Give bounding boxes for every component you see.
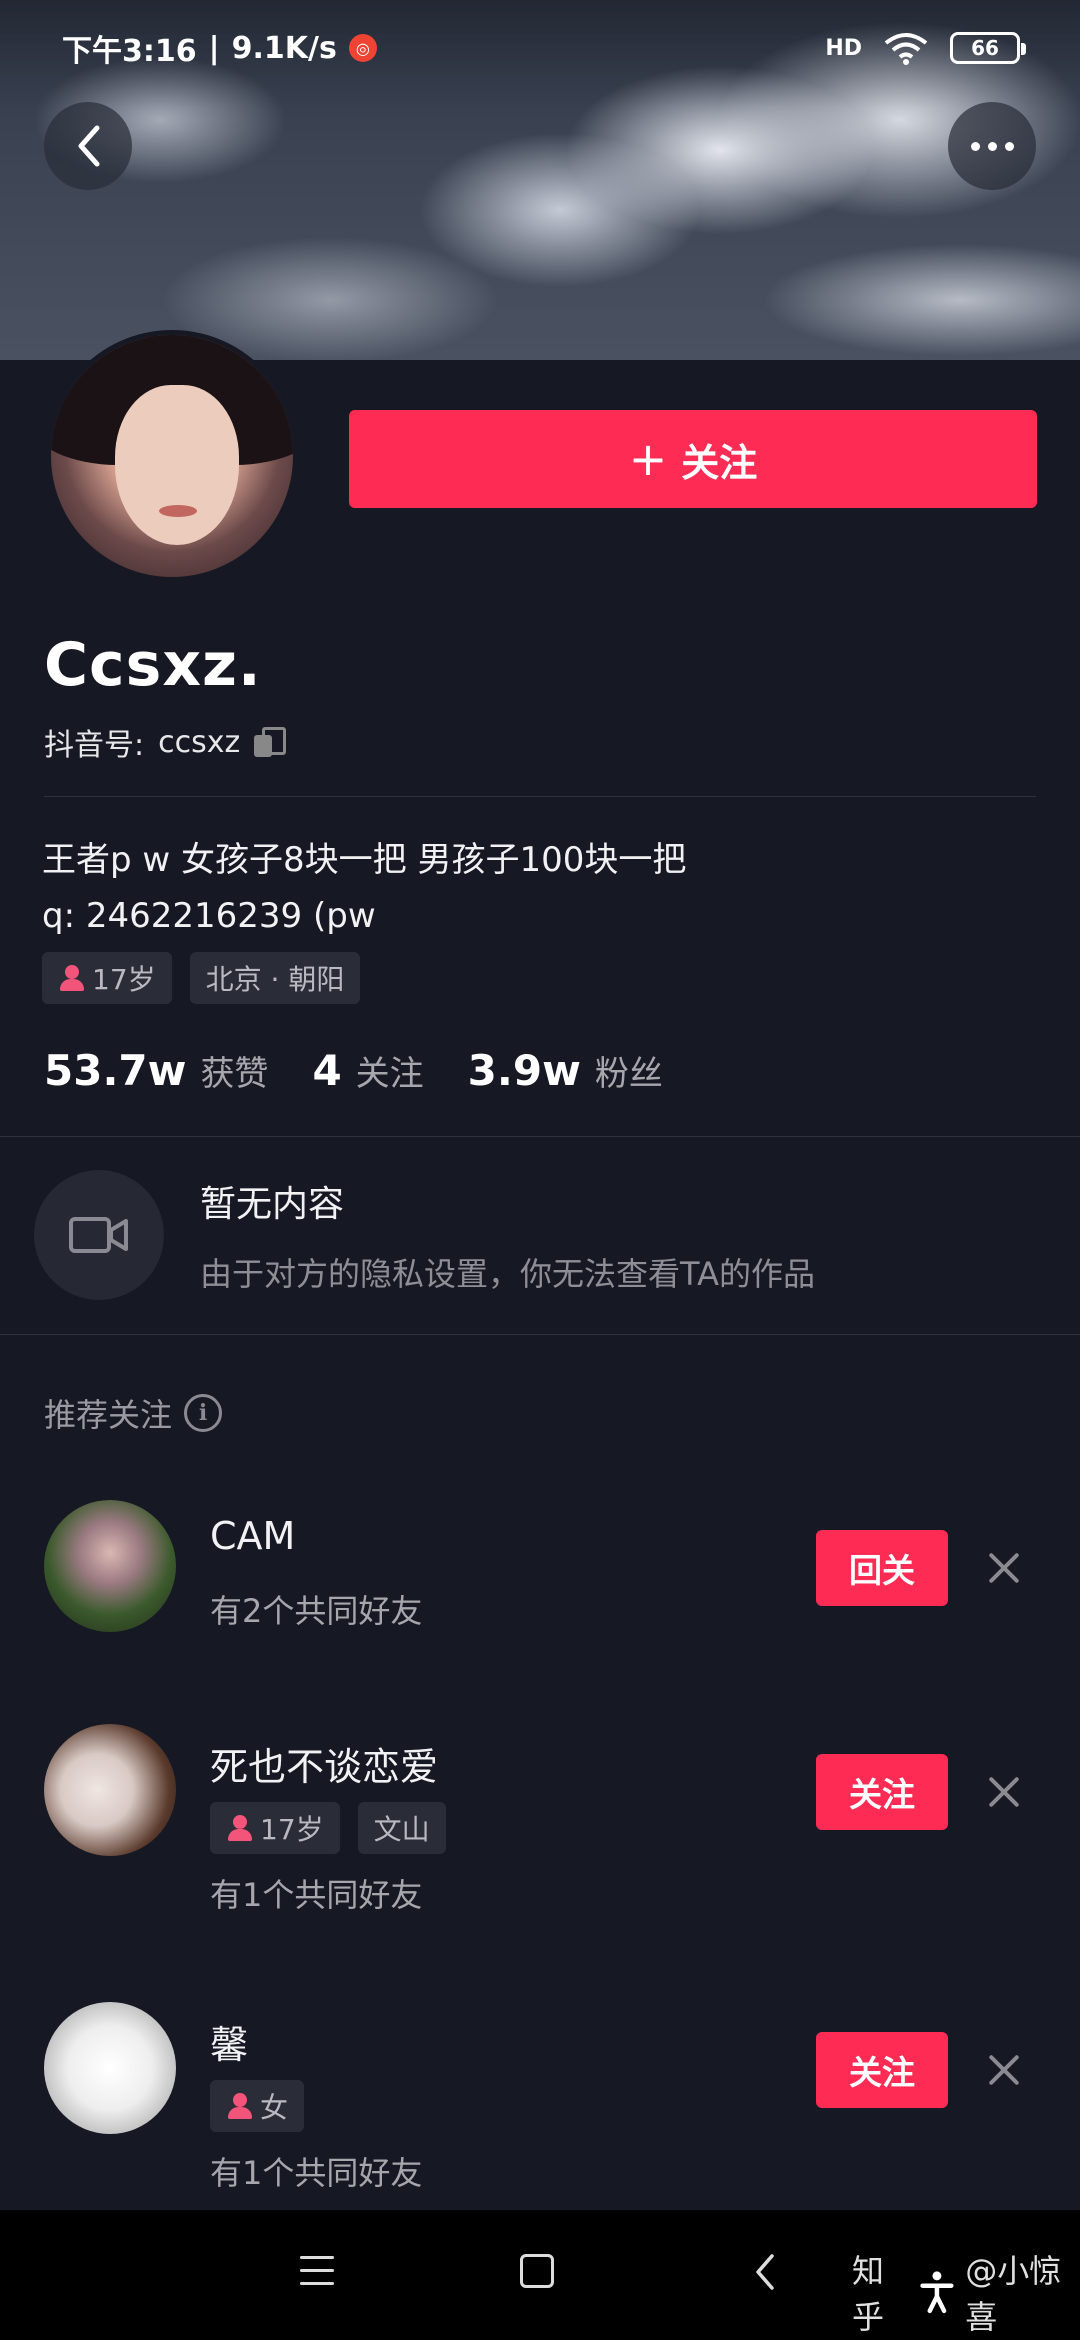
accessibility-icon bbox=[920, 2271, 954, 2314]
mutual-friends: 有1个共同好友 bbox=[210, 2154, 423, 2192]
watermark: 知乎 @小惊喜 bbox=[852, 2246, 1080, 2338]
recommend-avatar[interactable] bbox=[44, 1724, 176, 1856]
mutual-friends: 有2个共同好友 bbox=[210, 1592, 423, 1630]
back-button[interactable] bbox=[44, 102, 132, 190]
recommend-header: 推荐关注 i bbox=[44, 1390, 223, 1436]
chevron-left-icon bbox=[78, 125, 100, 167]
recommend-tags: 女 bbox=[210, 2080, 305, 2132]
fans-label[interactable]: 粉丝 bbox=[595, 1046, 663, 1095]
profile-tags: 17岁 北京 · 朝阳 bbox=[42, 952, 361, 1004]
follow-button[interactable]: 关注 bbox=[816, 2032, 948, 2108]
recommend-name[interactable]: CAM bbox=[210, 1514, 295, 1558]
plus-icon: + bbox=[628, 432, 668, 486]
person-icon bbox=[58, 964, 86, 992]
menu-icon[interactable] bbox=[300, 2256, 334, 2286]
mutual-friends: 有1个共同好友 bbox=[210, 1876, 423, 1914]
uid-value: ccsxz bbox=[158, 724, 241, 760]
follow-button[interactable]: + 关注 bbox=[349, 410, 1037, 508]
more-dot-icon bbox=[970, 141, 980, 151]
netease-app-icon: ◎ bbox=[348, 34, 377, 62]
status-bar: 下午3:16 | 9.1K/s ◎ HD 66 bbox=[0, 0, 1080, 96]
watermark-site: 知乎 bbox=[852, 2252, 885, 2336]
close-icon[interactable] bbox=[984, 1548, 1024, 1588]
bio-line: q: 2462216239 (pw bbox=[42, 896, 376, 936]
empty-text: 暂无内容 由于对方的隐私设置，你无法查看TA的作品 bbox=[200, 1175, 815, 1295]
close-icon[interactable] bbox=[984, 1772, 1024, 1812]
empty-subtitle: 由于对方的隐私设置，你无法查看TA的作品 bbox=[200, 1255, 815, 1293]
person-icon bbox=[226, 1814, 254, 1842]
empty-title: 暂无内容 bbox=[200, 1184, 345, 1225]
info-icon[interactable]: i bbox=[184, 1394, 223, 1432]
age-tag: 17岁 bbox=[42, 952, 172, 1004]
follow-back-button[interactable]: 回关 bbox=[816, 1530, 948, 1606]
more-button[interactable] bbox=[948, 102, 1036, 190]
bio-line: 王者p w 女孩子8块一把 男孩子100块一把 bbox=[42, 840, 687, 880]
profile-avatar[interactable] bbox=[46, 330, 298, 582]
more-dot-icon bbox=[1004, 141, 1014, 151]
back-icon[interactable] bbox=[752, 2252, 776, 2292]
signal-icon: HD bbox=[825, 35, 862, 61]
battery-icon: 66 bbox=[950, 32, 1026, 64]
uid-label: 抖音号: bbox=[44, 728, 145, 763]
status-separator: | bbox=[208, 30, 220, 66]
follow-button-label: 关注 bbox=[681, 440, 758, 485]
recommend-avatar[interactable] bbox=[44, 1500, 176, 1632]
location-tag: 北京 · 朝阳 bbox=[189, 952, 361, 1004]
recommend-name[interactable]: 死也不谈恋爱 bbox=[210, 1736, 438, 1791]
status-left: 下午3:16 | 9.1K/s ◎ bbox=[62, 26, 377, 70]
status-time: 下午3:16 bbox=[62, 34, 197, 69]
divider bbox=[0, 1136, 1080, 1137]
profile-stats: 53.7w 获赞 4 关注 3.9w 粉丝 bbox=[44, 1046, 693, 1095]
profile-uid: 抖音号: ccsxz bbox=[44, 720, 287, 764]
copy-icon[interactable] bbox=[254, 727, 287, 757]
location-tag: 文山 bbox=[357, 1802, 446, 1854]
following-count[interactable]: 4 bbox=[312, 1046, 341, 1095]
more-dot-icon bbox=[987, 141, 997, 151]
age-tag: 17岁 bbox=[210, 1802, 340, 1854]
location-tag-label: 北京 · 朝阳 bbox=[205, 963, 345, 996]
following-label[interactable]: 关注 bbox=[356, 1046, 424, 1095]
status-right: HD 66 bbox=[825, 31, 1026, 65]
age-tag-label: 17岁 bbox=[92, 963, 156, 996]
wifi-icon bbox=[884, 33, 928, 65]
person-icon bbox=[226, 2092, 254, 2120]
system-nav-bar: 知乎 @小惊喜 bbox=[0, 2210, 1080, 2340]
recommend-name[interactable]: 馨 bbox=[210, 2014, 248, 2069]
likes-label[interactable]: 获赞 bbox=[200, 1046, 268, 1095]
gender-tag-label: 女 bbox=[260, 2091, 289, 2124]
video-camera-icon bbox=[34, 1170, 164, 1300]
recommend-tags: 17岁 文山 bbox=[210, 1802, 446, 1854]
location-tag-label: 文山 bbox=[373, 1813, 430, 1846]
recommend-header-label: 推荐关注 bbox=[44, 1396, 173, 1434]
likes-count[interactable]: 53.7w bbox=[44, 1046, 186, 1095]
empty-state: 暂无内容 由于对方的隐私设置，你无法查看TA的作品 bbox=[34, 1170, 815, 1300]
profile-bio: 王者p w 女孩子8块一把 男孩子100块一把 q: 2462216239 (p… bbox=[42, 832, 686, 944]
fans-count[interactable]: 3.9w bbox=[468, 1046, 581, 1095]
divider bbox=[0, 1334, 1080, 1335]
close-icon[interactable] bbox=[984, 2050, 1024, 2090]
battery-level: 66 bbox=[971, 36, 999, 60]
status-speed: 9.1K/s bbox=[231, 30, 337, 66]
gender-tag: 女 bbox=[210, 2080, 305, 2132]
watermark-author: @小惊喜 bbox=[965, 2252, 1062, 2336]
follow-button[interactable]: 关注 bbox=[816, 1754, 948, 1830]
divider bbox=[44, 796, 1036, 797]
home-icon[interactable] bbox=[520, 2254, 554, 2288]
recommend-avatar[interactable] bbox=[44, 2002, 176, 2134]
profile-name: Ccsxz. bbox=[44, 630, 262, 700]
age-tag-label: 17岁 bbox=[260, 1813, 324, 1846]
